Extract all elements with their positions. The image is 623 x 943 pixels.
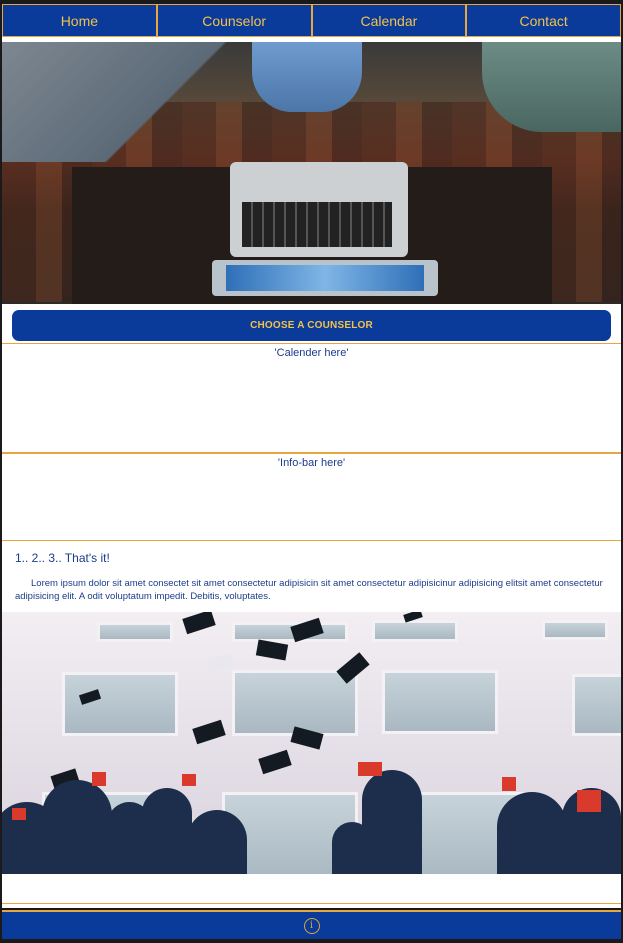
top-nav: Home Counselor Calendar Contact xyxy=(2,4,621,37)
calendar-placeholder-text: 'Calender here' xyxy=(274,347,349,359)
steps-heading: 1.. 2.. 3.. That's it! xyxy=(15,551,110,565)
footer-bar: i xyxy=(2,910,621,939)
infobar-placeholder: 'Info-bar here' xyxy=(2,453,621,541)
nav-home[interactable]: Home xyxy=(2,4,158,37)
nav-calendar[interactable]: Calendar xyxy=(312,4,468,37)
calendar-placeholder: 'Calender here' xyxy=(2,343,621,453)
nav-contact[interactable]: Contact xyxy=(467,4,621,37)
infobar-placeholder-text: 'Info-bar here' xyxy=(277,457,346,469)
graduation-image xyxy=(2,612,621,874)
footer-divider xyxy=(2,903,621,904)
nav-counselor[interactable]: Counselor xyxy=(157,4,313,37)
hero-image xyxy=(2,42,621,304)
page-content: CHOOSE A COUNSELOR 'Calender here' 'Info… xyxy=(2,37,621,908)
steps-paragraph: Lorem ipsum dolor sit amet consectet sit… xyxy=(15,578,603,602)
choose-counselor-button[interactable]: CHOOSE A COUNSELOR xyxy=(12,310,611,341)
info-icon[interactable]: i xyxy=(303,917,320,934)
